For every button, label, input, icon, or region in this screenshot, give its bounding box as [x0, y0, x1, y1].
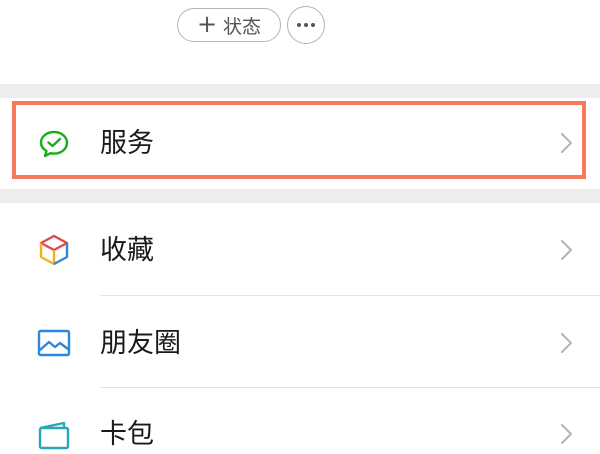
card-wallet-icon — [38, 421, 70, 450]
chevron-right-icon — [561, 424, 572, 444]
menu-item-services[interactable]: 服务 — [0, 98, 600, 189]
chevron-right-icon — [561, 333, 572, 353]
chevron-right-icon — [561, 240, 572, 260]
profile-header: + 状态 — [0, 0, 600, 84]
menu-item-cards[interactable]: 卡包 — [0, 388, 600, 450]
status-button-label: 状态 — [223, 15, 262, 38]
menu-item-label: 朋友圈 — [100, 328, 181, 359]
menu-item-label: 卡包 — [100, 419, 154, 450]
menu-item-label: 服务 — [100, 128, 154, 159]
menu-item-favorites[interactable]: 收藏 — [0, 203, 600, 296]
favorites-cube-icon — [39, 234, 69, 266]
section-separator — [0, 189, 600, 203]
chevron-right-icon — [561, 133, 572, 153]
menu-item-label: 收藏 — [100, 235, 154, 266]
wechat-pay-icon — [39, 130, 69, 158]
plus-icon: + — [196, 10, 218, 38]
more-icon — [297, 23, 315, 27]
moments-image-icon — [37, 329, 71, 357]
more-button[interactable] — [287, 6, 325, 44]
section-separator — [0, 84, 600, 98]
add-status-button[interactable]: + 状态 — [177, 8, 281, 42]
menu-item-moments[interactable]: 朋友圈 — [0, 296, 600, 388]
